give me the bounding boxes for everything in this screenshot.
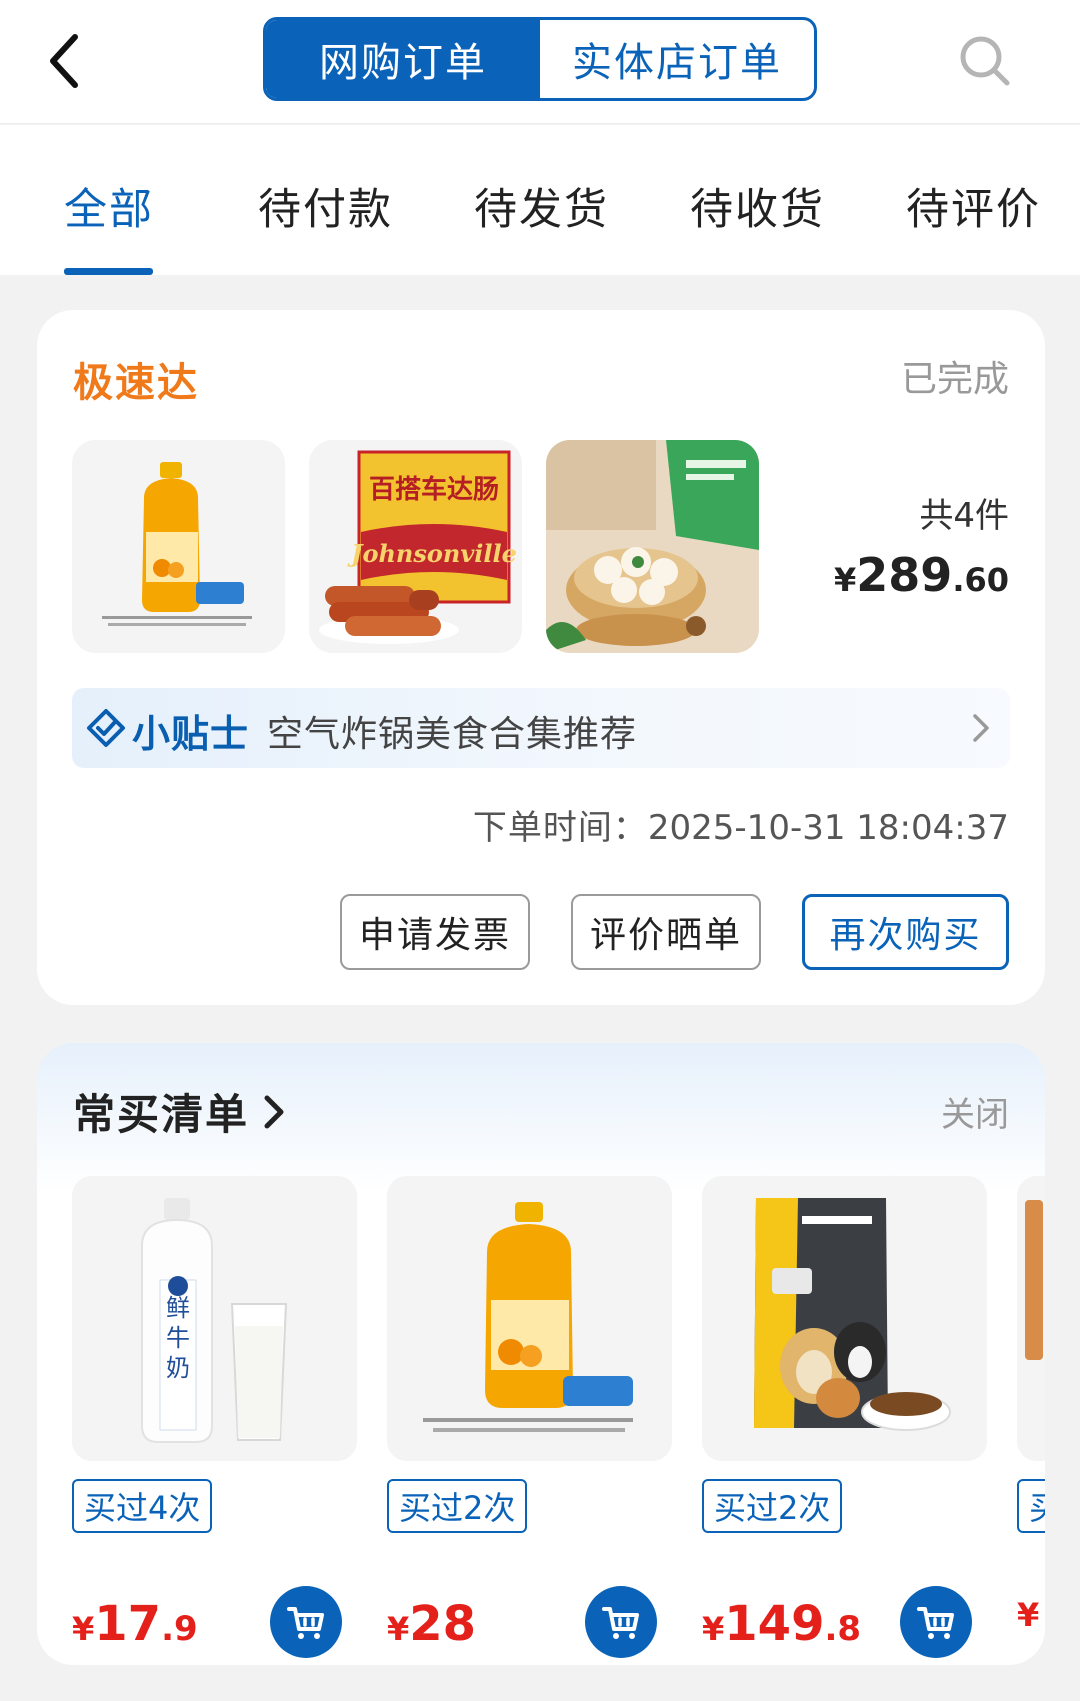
tab-pending-receipt[interactable]: 待收货 [690,175,825,235]
order-item-thumbnail[interactable] [72,440,285,653]
order-total-price: ¥289.60 [834,548,1009,602]
currency-symbol: ¥ [702,1610,725,1648]
currency-symbol: ¥ [72,1610,95,1648]
price-integer: 289 [856,548,953,602]
price-decimal: .60 [952,561,1009,599]
price-integer: 17 [94,1596,162,1652]
tab-store-orders[interactable]: 实体店订单 [540,20,814,98]
checkmark-diamond-icon [87,709,125,747]
milk-label-text-1: 鲜 [166,1294,190,1322]
tab-pending-review[interactable]: 待评价 [906,175,1041,235]
frequent-product[interactable]: 买过2次 ¥28 [387,1176,672,1658]
partial-product-image [1017,1176,1045,1461]
order-item-thumbnail[interactable] [546,440,759,653]
sausage-brand-text: Johnsonville [347,539,517,568]
frequent-list-title[interactable]: 常买清单 [73,1081,287,1142]
active-tab-indicator [64,268,153,275]
tip-text: 空气炸锅美食合集推荐 [267,714,638,755]
currency-symbol: ¥ [387,1610,410,1648]
order-time-label: 下单时间： [472,808,648,848]
back-button[interactable] [30,26,100,96]
chevron-left-icon [50,34,78,88]
search-button[interactable] [950,26,1020,96]
add-to-cart-button[interactable] [585,1586,657,1658]
close-frequent-list-button[interactable]: 关闭 [941,1087,1009,1136]
order-item-thumbnail[interactable]: 百搭车达肠 Johnsonville [309,440,522,653]
cart-icon [287,1607,324,1639]
top-header: 网购订单 实体店订单 [0,0,1080,124]
tab-pending-payment[interactable]: 待付款 [258,175,393,235]
frequent-product[interactable]: 买 ¥ [1017,1176,1045,1634]
cart-icon [917,1607,954,1639]
currency-symbol: ¥ [834,561,857,599]
order-time: 下单时间：2025-10-31 18:04:37 [473,800,1009,849]
search-icon [960,36,1010,86]
review-button[interactable]: 评价晒单 [571,894,761,970]
tip-title: 小贴士 [132,712,250,756]
product-image: 鲜 牛 奶 [72,1176,357,1461]
fresh-milk-image: 鲜 牛 奶 [72,1176,357,1461]
frequent-product[interactable]: 买过2次 ¥149.8 [702,1176,987,1658]
product-price: ¥28 [387,1596,476,1652]
steamed-buns-image [546,440,759,653]
price-decimal: .8 [824,1609,862,1649]
product-price: ¥ [1017,1596,1039,1634]
tab-online-orders[interactable]: 网购订单 [266,20,540,98]
sausage-box-title: 百搭车达肠 [369,474,499,505]
tab-pending-shipment[interactable]: 待发货 [474,175,609,235]
order-status: 已完成 [900,359,1009,400]
orange-juice-image [72,440,285,653]
frequent-purchases-card: 常买清单 关闭 鲜 牛 奶 买过4次 ¥17.9 买过2次 ¥28 买过2次 ¥… [37,1043,1045,1665]
item-count: 共4件 [919,496,1009,536]
request-invoice-button[interactable]: 申请发票 [340,894,530,970]
price-integer: 28 [409,1596,477,1652]
add-to-cart-button[interactable] [900,1586,972,1658]
tip-banner[interactable]: 小贴士 空气炸锅美食合集推荐 [72,688,1010,768]
currency-symbol: ¥ [1017,1596,1040,1634]
chevron-right-icon [264,1095,284,1128]
bought-count-tag: 买过2次 [702,1479,843,1533]
frequent-product[interactable]: 鲜 牛 奶 买过4次 ¥17.9 [72,1176,357,1658]
product-price: ¥17.9 [72,1596,198,1652]
dog-food-image [702,1176,987,1461]
sausage-image: 百搭车达肠 Johnsonville [309,440,522,653]
frequent-list-title-text: 常买清单 [73,1090,250,1139]
price-integer: 149 [724,1596,825,1652]
order-card[interactable]: 极速达 已完成 百搭车达肠 Johnsonville 共4件 ¥289.60 小… [37,310,1045,1005]
chevron-right-icon [973,714,989,742]
bought-count-tag: 买 [1017,1479,1045,1533]
buy-again-button[interactable]: 再次购买 [802,894,1009,970]
bought-count-tag: 买过2次 [387,1479,528,1533]
cart-icon [602,1607,639,1639]
add-to-cart-button[interactable] [270,1586,342,1658]
product-image [387,1176,672,1461]
order-type-switch: 网购订单 实体店订单 [263,17,817,101]
milk-label-text-3: 奶 [166,1354,190,1382]
product-image [702,1176,987,1461]
milk-label-text-2: 牛 [166,1324,190,1352]
delivery-type-label: 极速达 [73,360,199,406]
bought-count-tag: 买过4次 [72,1479,213,1533]
product-price: ¥149.8 [702,1596,861,1652]
price-decimal: .9 [161,1609,198,1649]
orange-juice-image [387,1176,672,1461]
product-image [1017,1176,1045,1461]
status-tabs: 全部 待付款 待发货 待收货 待评价 [0,125,1080,275]
order-time-value: 2025-10-31 18:04:37 [647,808,1009,848]
tab-all[interactable]: 全部 [64,175,154,235]
